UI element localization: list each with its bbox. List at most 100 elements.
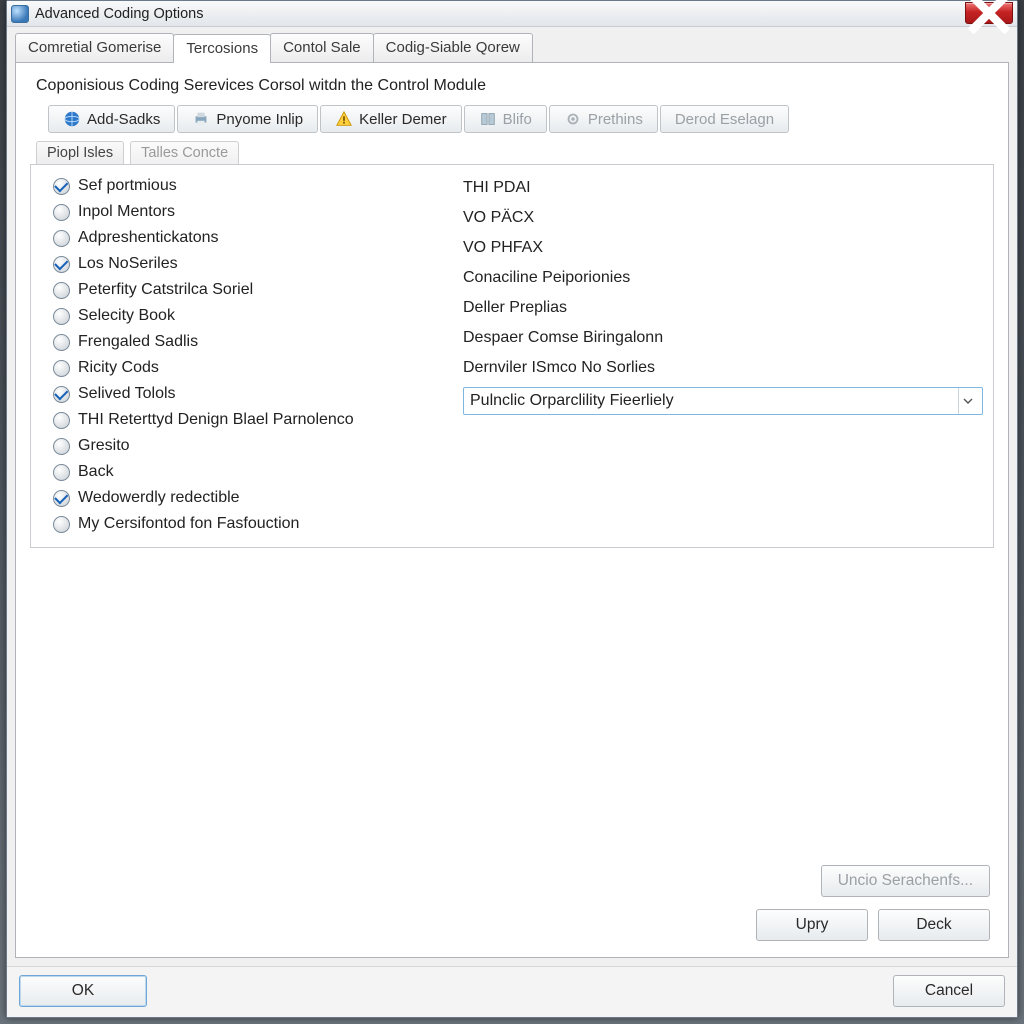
- deck-button[interactable]: Deck: [878, 909, 990, 941]
- option-row[interactable]: THI Reterttyd Denign Blael Parnolenco: [53, 411, 433, 429]
- option-radio[interactable]: [53, 308, 70, 325]
- values-list: THI PDAI VO PÄCX VO PHFAX Conaciline Peipor…: [463, 175, 983, 533]
- subtab-piopl[interactable]: Piopl Isles: [36, 141, 124, 165]
- option-label: Inpol Mentors: [78, 203, 175, 221]
- toolbar-label: Derod Eselagn: [675, 111, 774, 128]
- toolbar-keller[interactable]: Keller Demer: [320, 105, 462, 133]
- toolbar-label: Prethins: [588, 111, 643, 128]
- option-row[interactable]: Sef portmious: [53, 177, 433, 195]
- window-title: Advanced Coding Options: [35, 6, 965, 22]
- option-label: Selived Tolols: [78, 385, 176, 403]
- option-label: Frengaled Sadlis: [78, 333, 198, 351]
- option-radio[interactable]: [53, 204, 70, 221]
- value-text: VO PÄCX: [463, 207, 983, 229]
- option-row[interactable]: Gresito: [53, 437, 433, 455]
- tab-codig[interactable]: Codig-Siable Qorew: [373, 33, 533, 62]
- toolbar-pnyome[interactable]: Pnyome Inlip: [177, 105, 318, 133]
- tab-label: Comretial Gomerise: [28, 39, 161, 56]
- button-label: OK: [72, 982, 94, 999]
- tab-label: Tercosions: [186, 40, 258, 57]
- tab-contol[interactable]: Contol Sale: [270, 33, 374, 62]
- option-label: Sef portmious: [78, 177, 177, 195]
- subtab-label: Talles Concte: [141, 145, 228, 161]
- subtab-strip: Piopl Isles Talles Concte: [36, 141, 994, 165]
- subtab-label: Piopl Isles: [47, 145, 113, 161]
- toolbar: Add-Sadks Pnyome Inlip Keller Demer Blif…: [48, 105, 994, 133]
- option-row[interactable]: Inpol Mentors: [53, 203, 433, 221]
- action-button-row: Upry Deck: [30, 903, 994, 947]
- option-label: THI Reterttyd Denign Blael Parnolenco: [78, 411, 354, 429]
- button-label: Upry: [796, 916, 829, 933]
- option-radio[interactable]: [53, 360, 70, 377]
- option-label: Back: [78, 463, 114, 481]
- option-row[interactable]: Back: [53, 463, 433, 481]
- upry-button[interactable]: Upry: [756, 909, 868, 941]
- toolbar-label: Pnyome Inlip: [216, 111, 303, 128]
- option-row[interactable]: Wedowerdly redectible: [53, 489, 433, 507]
- option-label: Ricity Cods: [78, 359, 159, 377]
- option-row[interactable]: My Cersifontod fon Fasfouction: [53, 515, 433, 533]
- option-row[interactable]: Adpreshentickatons: [53, 229, 433, 247]
- tab-label: Contol Sale: [283, 39, 361, 56]
- gear-icon: [564, 110, 582, 128]
- button-label: Uncio Serachenfs...: [838, 872, 973, 889]
- button-label: Deck: [916, 916, 951, 933]
- dialog-footer: OK Cancel: [7, 966, 1017, 1017]
- option-row[interactable]: Peterfity Catstrilca Soriel: [53, 281, 433, 299]
- inner-button-row: Uncio Serachenfs...: [30, 825, 994, 903]
- option-radio[interactable]: [53, 490, 70, 507]
- book-icon: [479, 110, 497, 128]
- value-text: Conaciline Peiporionies: [463, 267, 983, 289]
- tab-body: Coponisious Coding Serevices Corsol witd…: [15, 62, 1009, 958]
- tab-strip: Comretial Gomerise Tercosions Contol Sal…: [7, 27, 1017, 62]
- cancel-button[interactable]: Cancel: [893, 975, 1005, 1007]
- value-text: Despaer Comse Biringalonn: [463, 327, 983, 349]
- ok-button[interactable]: OK: [19, 975, 147, 1007]
- option-radio[interactable]: [53, 464, 70, 481]
- options-panel: Sef portmious Inpol Mentors Adpreshenticka…: [30, 164, 994, 548]
- close-button[interactable]: [965, 2, 1013, 24]
- toolbar-label: Add-Sadks: [87, 111, 160, 128]
- combo-value: Pulnclic Orparclility Fieerliely: [470, 392, 674, 410]
- orparclility-combo[interactable]: Pulnclic Orparclility Fieerliely: [463, 387, 983, 415]
- option-row[interactable]: Los NoSeriles: [53, 255, 433, 273]
- option-label: Adpreshentickatons: [78, 229, 219, 247]
- option-label: Los NoSeriles: [78, 255, 178, 273]
- option-label: Selecity Book: [78, 307, 175, 325]
- option-row[interactable]: Selecity Book: [53, 307, 433, 325]
- option-radio[interactable]: [53, 256, 70, 273]
- option-radio[interactable]: [53, 178, 70, 195]
- option-row[interactable]: Frengaled Sadlis: [53, 333, 433, 351]
- globe-icon: [63, 110, 81, 128]
- section-title: Coponisious Coding Serevices Corsol witd…: [36, 77, 994, 95]
- tab-tercosions[interactable]: Tercosions: [173, 34, 271, 63]
- titlebar: Advanced Coding Options: [7, 1, 1017, 27]
- option-radio[interactable]: [53, 282, 70, 299]
- toolbar-label: Keller Demer: [359, 111, 447, 128]
- toolbar-derod[interactable]: Derod Eselagn: [660, 105, 789, 133]
- toolbar-label: Blifo: [503, 111, 532, 128]
- option-label: Wedowerdly redectible: [78, 489, 240, 507]
- option-row[interactable]: Selived Tolols: [53, 385, 433, 403]
- option-radio[interactable]: [53, 386, 70, 403]
- options-list: Sef portmious Inpol Mentors Adpreshenticka…: [53, 175, 433, 533]
- toolbar-prethins[interactable]: Prethins: [549, 105, 658, 133]
- option-label: Peterfity Catstrilca Soriel: [78, 281, 253, 299]
- option-radio[interactable]: [53, 334, 70, 351]
- value-text: THI PDAI: [463, 177, 983, 199]
- option-label: My Cersifontod fon Fasfouction: [78, 515, 299, 533]
- option-radio[interactable]: [53, 230, 70, 247]
- option-radio[interactable]: [53, 516, 70, 533]
- warning-icon: [335, 110, 353, 128]
- option-radio[interactable]: [53, 412, 70, 429]
- value-text: VO PHFAX: [463, 237, 983, 259]
- value-text: Deller Preplias: [463, 297, 983, 319]
- subtab-talles[interactable]: Talles Concte: [130, 141, 239, 165]
- toolbar-blifo[interactable]: Blifo: [464, 105, 547, 133]
- uncio-button[interactable]: Uncio Serachenfs...: [821, 865, 990, 897]
- value-text: Dernviler ISmco No Sorlies: [463, 357, 983, 379]
- option-row[interactable]: Ricity Cods: [53, 359, 433, 377]
- option-radio[interactable]: [53, 438, 70, 455]
- tab-comretial[interactable]: Comretial Gomerise: [15, 33, 174, 62]
- toolbar-add-sadks[interactable]: Add-Sadks: [48, 105, 175, 133]
